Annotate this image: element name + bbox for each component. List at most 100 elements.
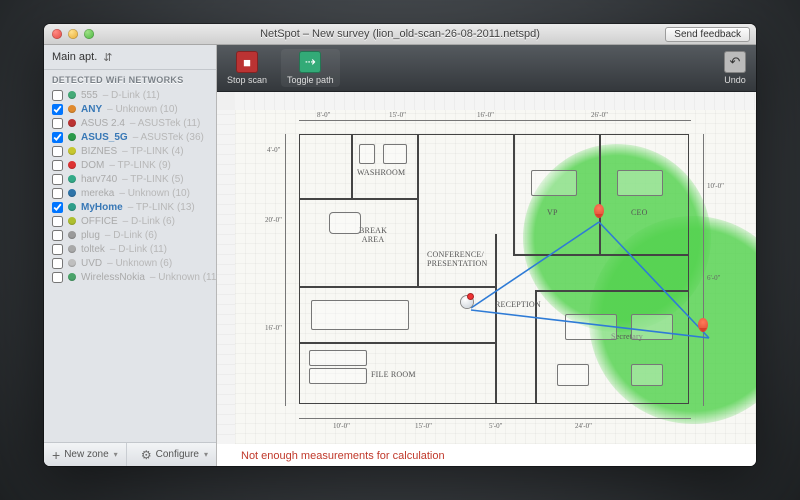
network-details: – ASUSTek (11) xyxy=(130,118,200,129)
network-ssid: MyHome xyxy=(81,202,123,213)
network-color-dot xyxy=(68,147,76,155)
network-ssid: BIZNES xyxy=(81,146,117,157)
network-row[interactable]: plug – D-Link (6) xyxy=(44,228,216,242)
minimize-icon[interactable] xyxy=(68,29,78,39)
network-checkbox[interactable] xyxy=(52,230,63,241)
network-details: – Unknown (10) xyxy=(119,188,190,199)
network-checkbox[interactable] xyxy=(52,90,63,101)
network-ssid: toltek xyxy=(81,244,105,255)
dim: 15'-0" xyxy=(389,111,406,119)
network-checkbox[interactable] xyxy=(52,202,63,213)
network-ssid: OFFICE xyxy=(81,216,118,227)
network-color-dot xyxy=(68,259,76,267)
network-color-dot xyxy=(68,161,76,169)
zoom-icon[interactable] xyxy=(84,29,94,39)
main: ■ Stop scan ⇢ Toggle path ↶ Undo xyxy=(217,45,756,466)
network-row[interactable]: DOM – TP-LINK (9) xyxy=(44,158,216,172)
dim: 20'-0" xyxy=(265,216,282,224)
dim: 26'-0" xyxy=(591,111,608,119)
measurement-pin[interactable] xyxy=(698,318,708,332)
status-text: Not enough measurements for calculation xyxy=(241,450,445,462)
titlebar: NetSpot – New survey (lion_old-scan-26-0… xyxy=(44,24,756,45)
network-checkbox[interactable] xyxy=(52,272,63,283)
chevron-down-icon: ▾ xyxy=(114,450,118,459)
network-checkbox[interactable] xyxy=(52,146,63,157)
configure-button[interactable]: ⚙ Configure ▾ xyxy=(133,443,216,466)
app-window: NetSpot – New survey (lion_old-scan-26-0… xyxy=(44,24,756,466)
network-list: 555 – D-Link (11)ANY – Unknown (10)ASUS … xyxy=(44,88,216,442)
network-details: – TP-LINK (9) xyxy=(109,160,171,171)
zone-label: Main apt. xyxy=(52,51,97,63)
path-icon: ⇢ xyxy=(299,51,321,73)
paper: 8'-0" 15'-0" 16'-0" 26'-0" 4'-0" 20'-0" … xyxy=(235,110,756,444)
network-ssid: ASUS 2.4 xyxy=(81,118,125,129)
traffic-lights xyxy=(52,29,94,39)
undo-icon: ↶ xyxy=(724,51,746,73)
ruler-vertical xyxy=(217,110,236,444)
network-details: – ASUSTek (36) xyxy=(133,132,204,143)
networks-header: DETECTED WiFi NETWORKS xyxy=(44,70,216,88)
zone-picker[interactable]: Main apt. ⇵ xyxy=(44,45,216,70)
network-row[interactable]: WirelessNokia – Unknown (11) xyxy=(44,270,216,284)
toggle-path-label: Toggle path xyxy=(287,75,334,85)
network-details: – TP-LINK (5) xyxy=(122,174,184,185)
network-row[interactable]: BIZNES – TP-LINK (4) xyxy=(44,144,216,158)
network-checkbox[interactable] xyxy=(52,118,63,129)
network-ssid: UVD xyxy=(81,258,102,269)
network-color-dot xyxy=(68,133,76,141)
undo-button[interactable]: ↶ Undo xyxy=(724,51,746,85)
network-ssid: mereka xyxy=(81,188,114,199)
network-ssid: 555 xyxy=(81,90,98,101)
measurement-pin[interactable] xyxy=(594,204,604,218)
network-checkbox[interactable] xyxy=(52,160,63,171)
network-color-dot xyxy=(68,273,76,281)
network-row[interactable]: ASUS 2.4 – ASUSTek (11) xyxy=(44,116,216,130)
network-row[interactable]: toltek – D-Link (11) xyxy=(44,242,216,256)
content: Main apt. ⇵ DETECTED WiFi NETWORKS 555 –… xyxy=(44,45,756,466)
network-color-dot xyxy=(68,245,76,253)
sidebar-footer: + New zone ▾ ⚙ Configure ▾ xyxy=(44,442,216,466)
network-checkbox[interactable] xyxy=(52,104,63,115)
network-checkbox[interactable] xyxy=(52,132,63,143)
stop-icon: ■ xyxy=(236,51,258,73)
network-checkbox[interactable] xyxy=(52,244,63,255)
ruler-corner xyxy=(217,92,236,111)
toolbar: ■ Stop scan ⇢ Toggle path ↶ Undo xyxy=(217,45,756,92)
new-zone-button[interactable]: + New zone ▾ xyxy=(44,443,127,466)
gear-icon: ⚙ xyxy=(141,448,152,462)
network-checkbox[interactable] xyxy=(52,188,63,199)
access-point-marker[interactable] xyxy=(461,296,473,308)
network-details: – Unknown (10) xyxy=(107,104,178,115)
network-checkbox[interactable] xyxy=(52,174,63,185)
network-details: – TP-LINK (13) xyxy=(128,202,195,213)
network-details: – D-Link (11) xyxy=(110,244,167,255)
stop-scan-button[interactable]: ■ Stop scan xyxy=(227,51,267,85)
network-row[interactable]: 555 – D-Link (11) xyxy=(44,88,216,102)
updown-icon: ⇵ xyxy=(103,51,112,64)
ruler-horizontal xyxy=(235,92,756,111)
network-ssid: DOM xyxy=(81,160,104,171)
survey-path xyxy=(299,134,719,424)
network-color-dot xyxy=(68,91,76,99)
survey-canvas[interactable]: 8'-0" 15'-0" 16'-0" 26'-0" 4'-0" 20'-0" … xyxy=(217,92,756,466)
plus-icon: + xyxy=(52,450,60,460)
network-ssid: WirelessNokia xyxy=(81,272,145,283)
close-icon[interactable] xyxy=(52,29,62,39)
network-row[interactable]: ANY – Unknown (10) xyxy=(44,102,216,116)
network-row[interactable]: ASUS_5G – ASUSTek (36) xyxy=(44,130,216,144)
network-details: – Unknown (11) xyxy=(150,272,216,283)
network-details: – D-Link (6) xyxy=(105,230,157,241)
send-feedback-button[interactable]: Send feedback xyxy=(665,27,750,42)
network-row[interactable]: harv740 – TP-LINK (5) xyxy=(44,172,216,186)
network-row[interactable]: OFFICE – D-Link (6) xyxy=(44,214,216,228)
network-color-dot xyxy=(68,175,76,183)
network-row[interactable]: mereka – Unknown (10) xyxy=(44,186,216,200)
network-row[interactable]: UVD – Unknown (6) xyxy=(44,256,216,270)
network-details: – TP-LINK (4) xyxy=(122,146,184,157)
toggle-path-button[interactable]: ⇢ Toggle path xyxy=(281,49,340,87)
network-checkbox[interactable] xyxy=(52,216,63,227)
network-details: – D-Link (11) xyxy=(103,90,160,101)
network-details: – D-Link (6) xyxy=(123,216,175,227)
network-row[interactable]: MyHome – TP-LINK (13) xyxy=(44,200,216,214)
network-checkbox[interactable] xyxy=(52,258,63,269)
